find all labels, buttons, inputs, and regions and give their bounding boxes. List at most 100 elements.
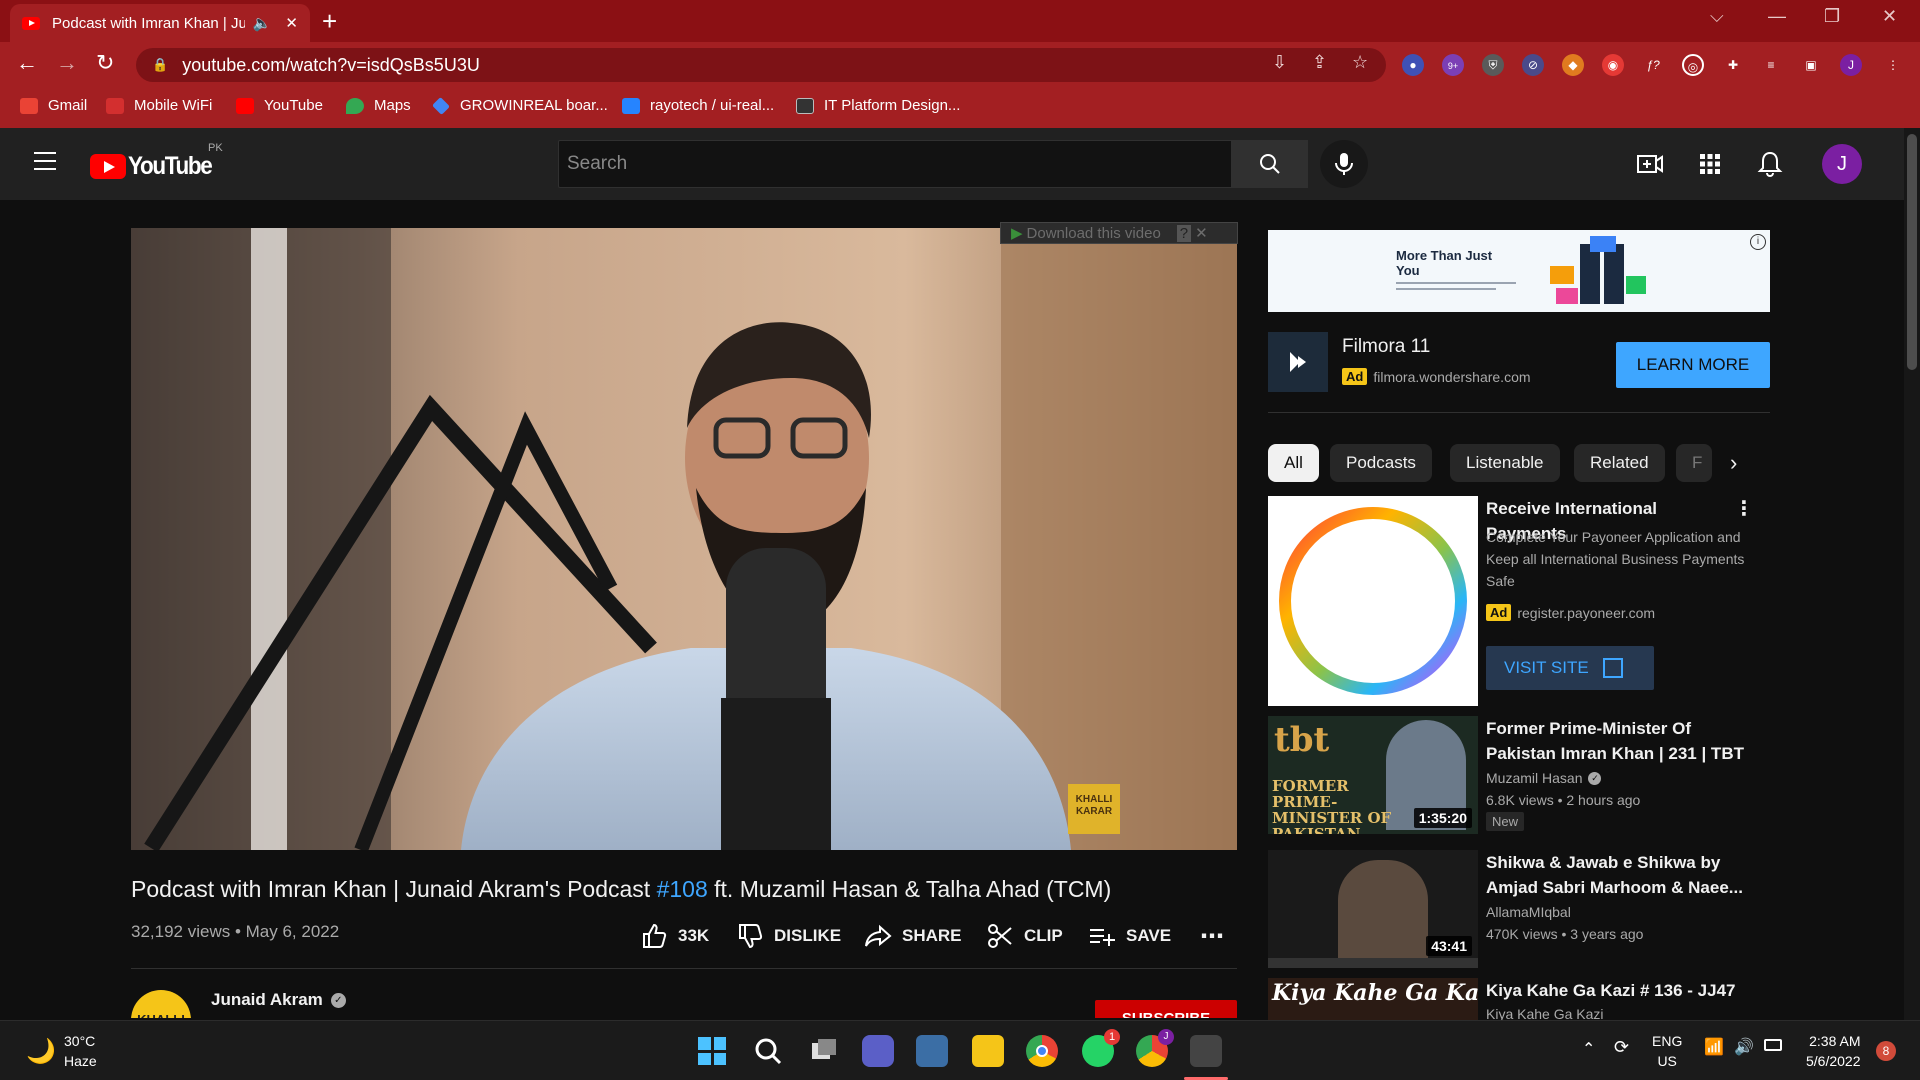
chips-next-icon[interactable]: ›: [1730, 450, 1737, 476]
close-tab-icon[interactable]: ✕: [285, 14, 298, 32]
channel-name[interactable]: Junaid Akram ✓: [211, 990, 346, 1010]
tab-search-icon[interactable]: ⌵: [1710, 6, 1724, 27]
new-tab-button[interactable]: +: [322, 6, 337, 37]
bookmark-rayotech[interactable]: rayotech / ui-real...: [622, 97, 774, 114]
menu-kebab-icon[interactable]: ⋮: [1882, 54, 1904, 76]
speaker-icon[interactable]: 🔈: [253, 14, 272, 32]
address-bar[interactable]: 🔒 youtube.com/watch?v=isdQsBs5U3U: [136, 48, 1386, 82]
media-queue-icon[interactable]: ≡: [1760, 54, 1782, 76]
fox-extension-icon[interactable]: ◆: [1562, 54, 1584, 76]
bookmark-growinreal[interactable]: GROWINREAL boar...: [431, 96, 608, 115]
video-thumbnail[interactable]: 43:41: [1268, 850, 1478, 968]
scrollbar-thumb[interactable]: [1907, 134, 1917, 370]
recommended-video-2[interactable]: 43:41 Shikwa & Jawab e Shikwa by Amjad S…: [1268, 850, 1770, 968]
brave-shield-icon[interactable]: ⛨: [1482, 54, 1504, 76]
promo-menu-icon[interactable]: ⋮: [1734, 496, 1754, 521]
like-button[interactable]: 33K: [640, 922, 709, 950]
photos-app-icon[interactable]: [916, 1035, 948, 1067]
chip-partial[interactable]: F: [1676, 444, 1712, 482]
video-thumbnail[interactable]: tbt FORMER PRIME-MINISTER OF PAKISTAN 1:…: [1268, 716, 1478, 834]
apps-grid-icon[interactable]: [1696, 150, 1724, 178]
bookmark-youtube[interactable]: YouTube: [236, 97, 323, 114]
close-window-button[interactable]: ✕: [1882, 6, 1897, 27]
download-video-bar[interactable]: ▶ Download this video ? ✕: [1000, 222, 1238, 244]
clip-button[interactable]: CLIP: [986, 922, 1063, 950]
chip-related[interactable]: Related: [1574, 444, 1665, 482]
install-app-icon[interactable]: ⇩: [1272, 52, 1287, 73]
download-label[interactable]: Download this video: [1027, 225, 1161, 242]
subscribe-button[interactable]: SUBSCRIBE: [1095, 1000, 1237, 1018]
bookmark-it-platform[interactable]: IT Platform Design...: [796, 97, 960, 114]
restore-button[interactable]: ❐: [1824, 6, 1840, 27]
language-indicator[interactable]: ENG US: [1652, 1031, 1682, 1071]
lock-icon[interactable]: 🔒: [152, 57, 168, 73]
learn-more-button[interactable]: LEARN MORE: [1616, 342, 1770, 388]
search-input[interactable]: Search: [558, 140, 1232, 188]
video-thumbnail[interactable]: Kiya Kahe Ga Kazi #136: [1268, 978, 1478, 1020]
share-icon[interactable]: ⇪: [1312, 52, 1327, 73]
extension-chat-icon[interactable]: ●: [1402, 54, 1424, 76]
ad-info-icon[interactable]: i: [1750, 234, 1766, 250]
bookmark-mobile-wifi[interactable]: Mobile WiFi: [106, 97, 212, 114]
active-tab[interactable]: Podcast with Imran Khan | Ju 🔈 ✕: [10, 4, 310, 42]
share-button[interactable]: SHARE: [864, 922, 962, 950]
promo-card[interactable]: Receive International Payments ⋮ Complet…: [1268, 496, 1770, 706]
target-extension-icon[interactable]: ◎: [1682, 54, 1704, 76]
channel-name[interactable]: AllamaMIqbal: [1486, 904, 1571, 920]
block-icon[interactable]: ⊘: [1522, 54, 1544, 76]
back-icon[interactable]: ←: [16, 50, 38, 76]
forward-icon[interactable]: →: [56, 50, 78, 76]
search-taskbar-icon[interactable]: [752, 1035, 784, 1067]
youtube-logo[interactable]: YouTube PK: [90, 142, 223, 181]
search-button[interactable]: [1232, 140, 1308, 188]
weather-moon-icon[interactable]: 🌙: [26, 1037, 56, 1066]
profile-avatar[interactable]: J: [1840, 54, 1862, 76]
chip-podcasts[interactable]: Podcasts: [1330, 444, 1432, 482]
create-video-icon[interactable]: [1636, 150, 1664, 178]
ad-banner[interactable]: More Than Just You i: [1268, 230, 1770, 312]
file-explorer-icon[interactable]: [972, 1035, 1004, 1067]
voice-search-button[interactable]: [1320, 140, 1368, 188]
bookmark-gmail[interactable]: Gmail: [20, 97, 87, 114]
snipping-tool-icon[interactable]: [1184, 1035, 1228, 1080]
extension-badge-icon[interactable]: 9+: [1442, 54, 1464, 76]
notifications-bell-icon[interactable]: [1756, 150, 1784, 178]
battery-icon[interactable]: [1764, 1039, 1782, 1051]
reload-icon[interactable]: ↻: [96, 50, 114, 76]
extensions-puzzle-icon[interactable]: ✚: [1722, 54, 1744, 76]
channel-name[interactable]: Kiya Kahe Ga Kazi: [1486, 1006, 1604, 1020]
whatsapp-icon[interactable]: 1: [1082, 1029, 1120, 1067]
font-extension-icon[interactable]: ƒ?: [1642, 54, 1664, 76]
color-picker-icon[interactable]: ◉: [1602, 54, 1624, 76]
sync-icon[interactable]: ⟳: [1614, 1037, 1629, 1058]
teams-chat-icon[interactable]: [862, 1035, 894, 1067]
side-panel-icon[interactable]: ▣: [1800, 54, 1822, 76]
start-windows-icon[interactable]: [696, 1035, 728, 1067]
wifi-icon[interactable]: 📶: [1704, 1037, 1724, 1057]
video-player[interactable]: KHALLI KARAR: [131, 228, 1237, 850]
recommended-video-3[interactable]: Kiya Kahe Ga Kazi #136 Kiya Kahe Ga Kazi…: [1268, 978, 1770, 1020]
promo-thumbnail[interactable]: [1268, 496, 1478, 706]
weather-widget[interactable]: 30°C Haze: [64, 1031, 97, 1071]
bookmark-maps[interactable]: Maps: [346, 97, 411, 114]
notification-count[interactable]: 8: [1876, 1041, 1896, 1061]
save-button[interactable]: SAVE: [1088, 922, 1171, 950]
volume-icon[interactable]: 🔊: [1734, 1037, 1754, 1057]
download-help-icon[interactable]: ?: [1176, 224, 1192, 242]
chip-listenable[interactable]: Listenable: [1450, 444, 1560, 482]
channel-avatar[interactable]: KHALLI: [131, 990, 191, 1018]
minimize-button[interactable]: —: [1768, 6, 1786, 27]
recommended-video-1[interactable]: tbt FORMER PRIME-MINISTER OF PAKISTAN 1:…: [1268, 716, 1770, 834]
channel-name[interactable]: Muzamil Hasan ✓: [1486, 770, 1602, 786]
download-close-icon[interactable]: ✕: [1195, 224, 1208, 242]
tray-overflow-icon[interactable]: ⌃: [1582, 1039, 1595, 1059]
chrome-profile-icon[interactable]: J: [1136, 1029, 1174, 1067]
chrome-taskbar-icon[interactable]: [1026, 1035, 1058, 1067]
guide-menu-icon[interactable]: [34, 152, 56, 170]
clock[interactable]: 2:38 AM 5/6/2022: [1806, 1031, 1861, 1071]
chip-all[interactable]: All: [1268, 444, 1319, 482]
task-view-icon[interactable]: [808, 1035, 840, 1067]
visit-site-button[interactable]: VISIT SITE: [1486, 646, 1654, 690]
dislike-button[interactable]: DISLIKE: [736, 922, 841, 950]
more-actions-icon[interactable]: ⋯: [1200, 922, 1224, 951]
